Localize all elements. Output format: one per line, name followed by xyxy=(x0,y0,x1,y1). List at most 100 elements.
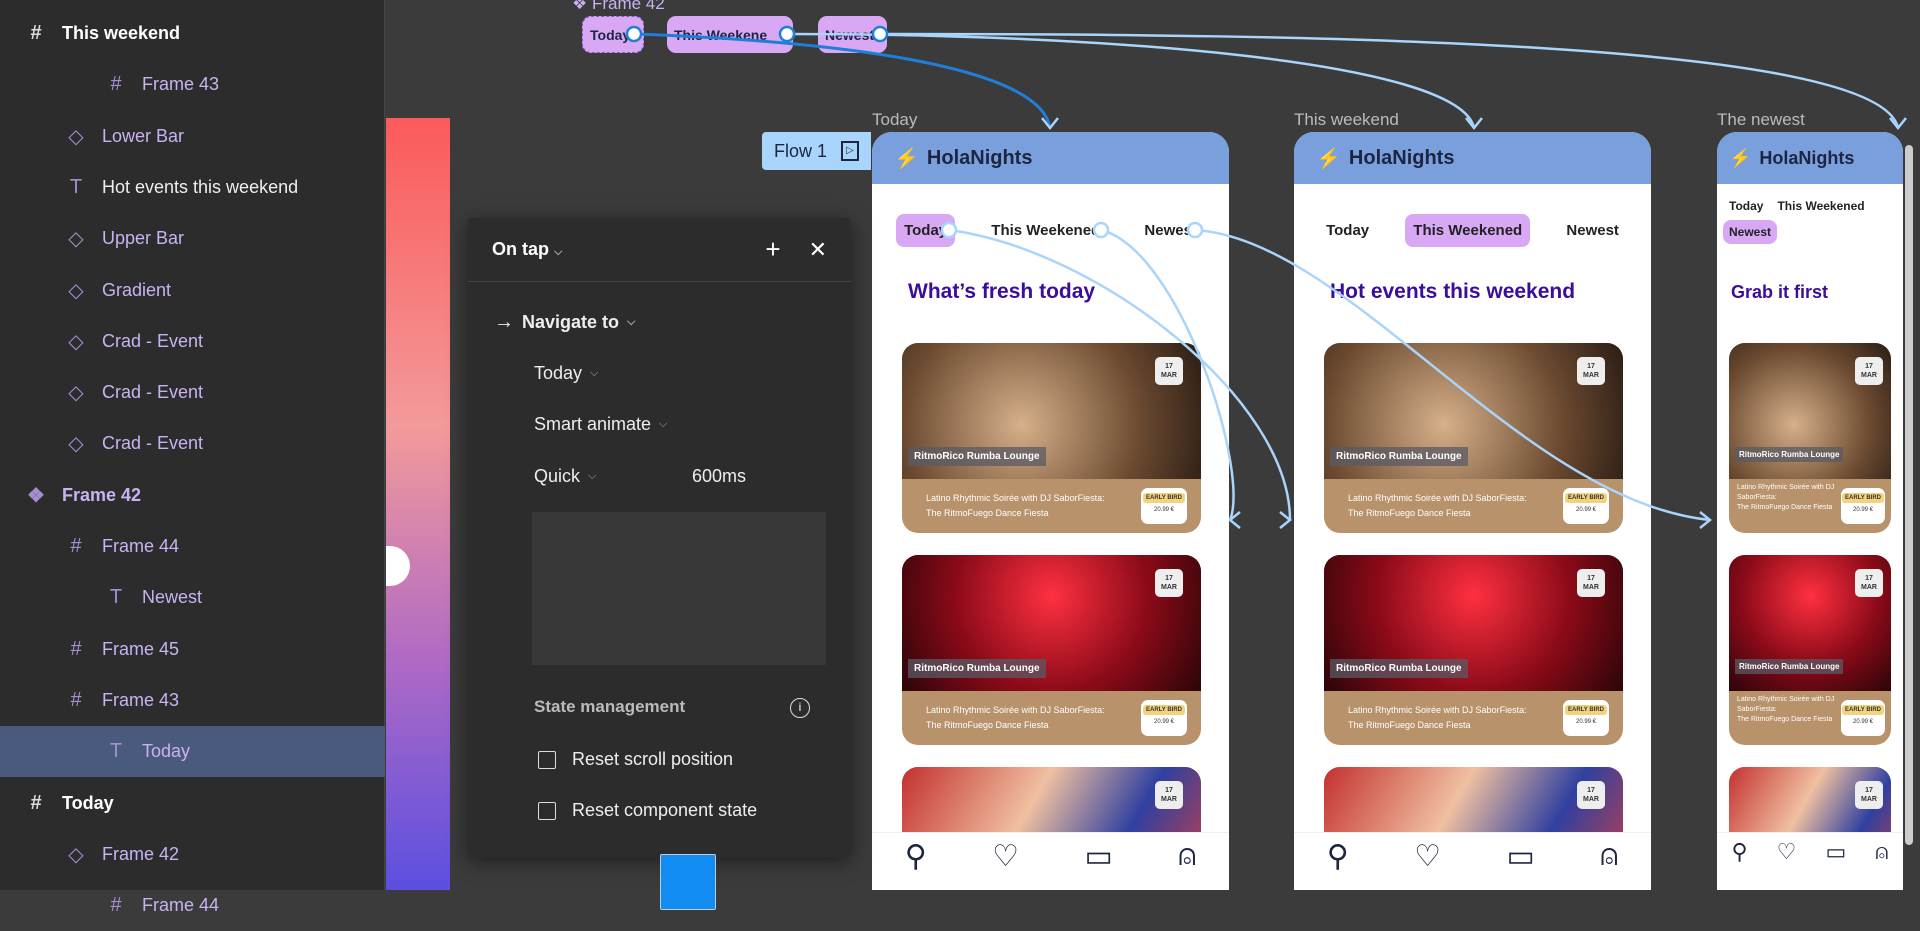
action-dropdown[interactable]: → Navigate to ⌵ xyxy=(494,311,635,334)
event-card[interactable]: RitmoRico Rumba Lounge 17 MAR Latino Rhyt… xyxy=(1729,555,1891,745)
trigger-dropdown[interactable]: On tap ⌵ xyxy=(492,239,562,260)
event-card[interactable]: RitmoRico Rumba Lounge 17 MAR Latino Rhyt… xyxy=(902,343,1201,533)
layer-row[interactable]: # Frame 45 xyxy=(0,624,385,675)
layer-row[interactable]: # Frame 43 xyxy=(0,675,385,726)
search-icon[interactable]: ⚲ xyxy=(905,839,927,890)
price-value: 20.99 € xyxy=(1153,719,1175,725)
text-icon: T xyxy=(69,175,83,198)
app-frame[interactable]: ⚡ HolaNights Today This Weekened Newest Gra… xyxy=(1717,132,1903,890)
flow-start-badge[interactable]: Flow 1 ▷ xyxy=(762,132,871,170)
app-tab[interactable]: This Weekened xyxy=(1405,214,1531,247)
component-label: ❖ Frame 42 xyxy=(572,0,665,14)
chip-this-weekend[interactable]: This Weekene xyxy=(667,16,793,53)
date-month: MAR xyxy=(1583,796,1599,803)
layer-label: Crad - Event xyxy=(102,382,204,403)
layer-row[interactable]: T Hot events this weekend xyxy=(0,162,385,213)
reset-scroll-checkbox[interactable]: Reset scroll position xyxy=(538,749,733,770)
checkbox[interactable] xyxy=(538,801,556,820)
frame-label[interactable]: This weekend xyxy=(1294,110,1399,130)
animation-label: Smart animate xyxy=(534,414,652,434)
layer-row[interactable]: ◇ Crad - Event xyxy=(0,316,385,367)
info-icon[interactable]: i xyxy=(790,698,810,718)
chip-today[interactable]: Today xyxy=(582,16,644,53)
event-card[interactable]: RitmoRico Rumba Lounge 17 MAR Latino Rhyt… xyxy=(1729,343,1891,533)
user-icon[interactable]: ⍝ xyxy=(1875,839,1888,890)
layer-row[interactable]: T Newest xyxy=(0,572,385,623)
app-tab[interactable]: This Weekened xyxy=(983,214,1108,247)
event-card[interactable]: RitmoRico Rumba Lounge 17 MAR Latino Rhyt… xyxy=(1324,343,1623,533)
arrow-right-icon: → xyxy=(494,311,514,333)
app-tab[interactable]: Newest xyxy=(1558,214,1627,247)
user-icon[interactable]: ⍝ xyxy=(1178,839,1196,890)
brand-name: HolaNights xyxy=(926,146,1033,169)
layer-label: Frame 43 xyxy=(102,689,180,710)
layer-row[interactable]: ❖ Frame 42 xyxy=(0,470,385,521)
layer-row[interactable]: ◇ Gradient xyxy=(0,265,385,316)
layer-label: Crad - Event xyxy=(102,433,204,454)
date-badge: 17 MAR xyxy=(1855,357,1883,385)
user-icon[interactable]: ⍝ xyxy=(1600,839,1618,890)
layer-row[interactable]: ◇ Crad - Event xyxy=(0,418,385,469)
event-description: Latino Rhythmic Soirée with DJ SaborFies… xyxy=(1348,703,1527,733)
layer-row[interactable]: ◇ Upper Bar xyxy=(0,213,385,264)
ticket-icon[interactable]: ▭ xyxy=(1506,839,1534,890)
duration-value: 600ms xyxy=(692,466,747,486)
layer-label: Today xyxy=(142,741,191,762)
layer-label: Frame 44 xyxy=(142,895,220,916)
layer-row[interactable]: # Frame 44 xyxy=(0,880,385,931)
layer-row[interactable]: # Frame 43 xyxy=(0,59,385,110)
app-tab[interactable]: Newest xyxy=(1136,214,1205,247)
frame-label[interactable]: Today xyxy=(872,110,917,130)
frame-label[interactable]: The newest xyxy=(1717,110,1805,130)
app-tab[interactable]: Today xyxy=(1723,194,1769,218)
animation-preview xyxy=(532,512,826,910)
event-card[interactable]: RitmoRico Rumba Lounge 17 MAR Latino Rhyt… xyxy=(1324,555,1623,745)
date-day: 17 xyxy=(1165,575,1173,582)
easing-dropdown[interactable]: Quick ⌵ xyxy=(534,466,596,487)
ticket-icon[interactable]: ▭ xyxy=(1825,839,1846,890)
close-icon[interactable]: ✕ xyxy=(809,237,827,263)
app-tab[interactable]: Today xyxy=(896,214,956,247)
desc-line: Latino Rhythmic Soirée with DJ SaborFies… xyxy=(1737,696,1835,713)
ticket-icon[interactable]: ▭ xyxy=(1084,839,1112,890)
add-icon[interactable]: + xyxy=(765,234,780,265)
date-month: MAR xyxy=(1161,796,1177,803)
heart-icon[interactable]: ♡ xyxy=(1414,839,1441,890)
search-icon[interactable]: ⚲ xyxy=(1732,839,1748,890)
event-description: Latino Rhythmic Soirée with DJ SaborFies… xyxy=(926,703,1105,733)
animation-dropdown[interactable]: Smart animate ⌵ xyxy=(534,414,667,435)
app-tab[interactable]: Today xyxy=(1318,214,1377,247)
event-card[interactable]: RitmoRico Rumba Lounge 17 MAR Latino Rhyt… xyxy=(902,555,1201,745)
layer-row[interactable]: ◇ Lower Bar xyxy=(0,111,385,162)
component-icon: ◇ xyxy=(68,279,84,302)
brand-name: HolaNights xyxy=(1348,146,1455,169)
canvas-scrollbar[interactable] xyxy=(1905,145,1913,845)
layer-row[interactable]: ◇ Frame 42 xyxy=(0,829,385,880)
destination-dropdown[interactable]: Today ⌵ xyxy=(534,363,598,384)
app-tab[interactable]: Newest xyxy=(1723,220,1778,244)
venue-label: RitmoRico Rumba Lounge xyxy=(1330,447,1468,466)
layer-row[interactable]: # Today xyxy=(0,778,385,829)
desc-line: Latino Rhythmic Soirée with DJ SaborFies… xyxy=(1737,484,1835,501)
duration-input[interactable]: 600ms xyxy=(692,466,746,487)
chip-newest[interactable]: Newest xyxy=(818,16,887,53)
layer-label: Newest xyxy=(142,587,203,608)
checkbox[interactable] xyxy=(538,750,556,769)
date-badge: 17 MAR xyxy=(1577,569,1605,597)
date-badge: 17 MAR xyxy=(1855,781,1883,809)
layer-row[interactable]: ◇ Crad - Event xyxy=(0,367,385,418)
search-icon[interactable]: ⚲ xyxy=(1327,839,1349,890)
app-frame[interactable]: ⚡ HolaNights Today This Weekened Newest Hot… xyxy=(1294,132,1651,890)
app-tab[interactable]: This Weekened xyxy=(1771,194,1870,218)
early-bird-badge: EARLY BIRD xyxy=(1841,493,1884,503)
heart-icon[interactable]: ♡ xyxy=(992,839,1019,890)
layer-row[interactable]: T Today xyxy=(0,726,385,778)
reset-component-checkbox[interactable]: Reset component state xyxy=(538,800,757,821)
app-frame[interactable]: ⚡ HolaNights Today This Weekened Newest Wha… xyxy=(872,132,1229,890)
date-month: MAR xyxy=(1161,372,1177,379)
heart-icon[interactable]: ♡ xyxy=(1777,839,1797,890)
layer-row[interactable]: # This weekend xyxy=(0,8,385,59)
layer-row[interactable]: # Frame 44 xyxy=(0,521,385,572)
frame-icon: # xyxy=(70,637,82,660)
date-day: 17 xyxy=(1865,787,1873,794)
